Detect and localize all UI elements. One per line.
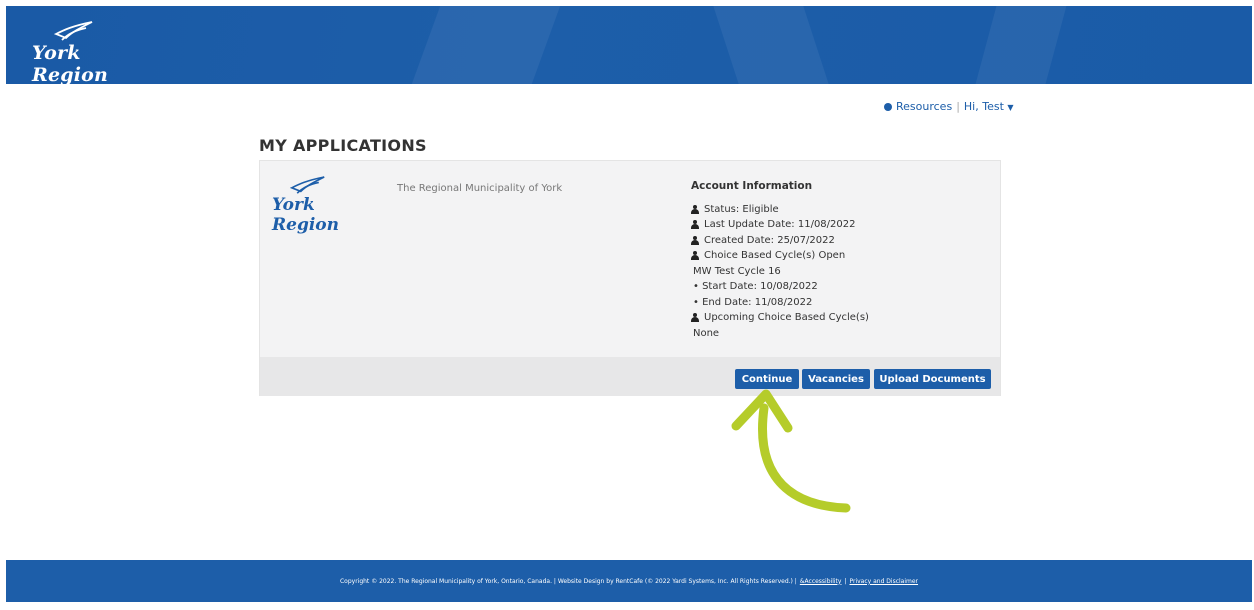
card-logo-wordmark: York Region — [272, 195, 339, 235]
bottom-bar — [6, 602, 1252, 610]
main-content: Resources | Hi, Test ▼ MY APPLICATIONS Y… — [6, 84, 1252, 560]
created-row: Created Date: 25/07/2022 — [691, 233, 869, 249]
user-greeting: Hi, Test — [963, 100, 1004, 113]
card-logo: York Region — [272, 175, 382, 235]
account-information: Account Information Status: Eligible Las… — [691, 179, 869, 341]
page: York Region Resources | Hi, Test ▼ MY AP… — [6, 6, 1252, 610]
user-nav: Resources | Hi, Test ▼ — [884, 100, 1014, 113]
cycles-open-text: Choice Based Cycle(s) Open — [704, 250, 846, 261]
footer-separator: | — [844, 577, 847, 585]
curved-arrow-icon — [731, 389, 851, 513]
created-text: Created Date: 25/07/2022 — [704, 234, 835, 246]
cycle-start-date: • Start Date: 10/08/2022 — [693, 281, 818, 292]
cycles-open-row: Choice Based Cycle(s) Open — [691, 248, 869, 264]
user-menu[interactable]: Hi, Test ▼ — [964, 100, 1014, 113]
cycle-name: MW Test Cycle 16 — [693, 265, 781, 277]
bird-logo-icon — [54, 21, 93, 41]
privacy-link[interactable]: Privacy and Disclaimer — [849, 578, 918, 585]
upcoming-value: None — [693, 327, 720, 339]
card-actions: Continue Vacancies Upload Documents — [260, 357, 1000, 396]
user-icon — [691, 220, 699, 230]
status-row: Status: Eligible — [691, 202, 869, 218]
site-footer: Copyright © 2022. The Regional Municipal… — [6, 560, 1252, 602]
last-update-text: Last Update Date: 11/08/2022 — [704, 219, 856, 230]
account-heading: Account Information — [691, 180, 813, 192]
footer-copyright: Copyright © 2022. The Regional Municipal… — [339, 577, 797, 585]
status-text: Status: Eligible — [704, 203, 779, 215]
resources-icon — [884, 102, 892, 111]
user-icon — [691, 313, 699, 323]
site-header: York Region — [6, 6, 1252, 84]
upcoming-text: Upcoming Choice Based Cycle(s) — [704, 312, 869, 323]
accessibility-link[interactable]: &Accessibility — [800, 578, 842, 585]
resources-link[interactable]: Resources — [896, 100, 952, 113]
user-icon — [691, 251, 699, 261]
application-card: York Region The Regional Municipality of… — [259, 160, 1001, 396]
cycle-end-date: • End Date: 11/08/2022 — [693, 296, 813, 308]
user-icon — [691, 235, 699, 245]
page-title: MY APPLICATIONS — [259, 136, 427, 155]
org-name: The Regional Municipality of York — [397, 183, 563, 194]
upload-documents-button[interactable]: Upload Documents — [874, 369, 991, 389]
caret-down-icon: ▼ — [1007, 103, 1014, 112]
york-region-logo[interactable]: York Region — [32, 20, 162, 84]
logo-wordmark: York Region — [32, 42, 109, 84]
user-icon — [691, 204, 699, 214]
nav-separator: | — [956, 100, 960, 113]
bird-logo-icon — [290, 176, 325, 194]
last-update-row: Last Update Date: 11/08/2022 — [691, 217, 869, 233]
upcoming-row: Upcoming Choice Based Cycle(s) — [691, 310, 869, 326]
